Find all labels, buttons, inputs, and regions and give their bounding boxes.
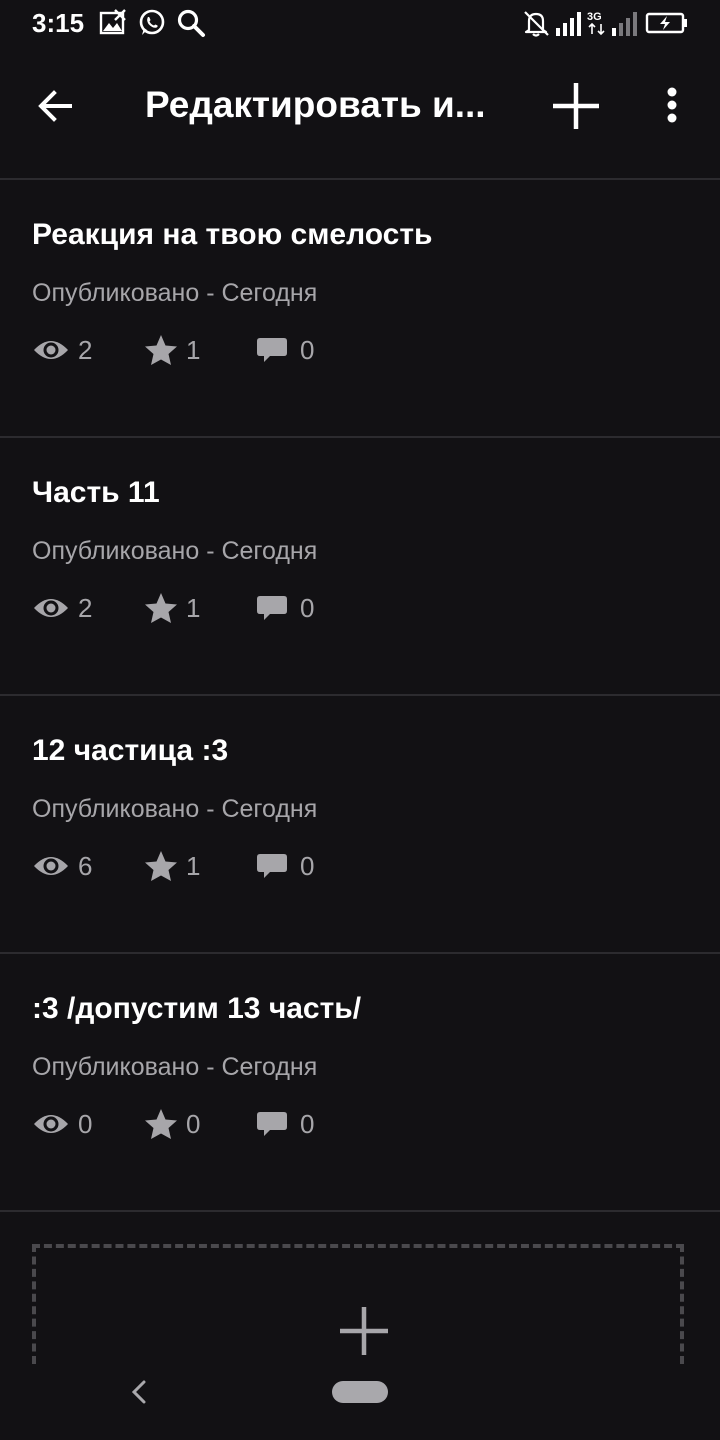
comments-stat: 0 bbox=[256, 846, 314, 886]
part-item[interactable]: 12 частица :3 Опубликовано - Сегодня 6 1 bbox=[0, 696, 720, 952]
votes-count: 1 bbox=[186, 334, 201, 365]
part-title: 12 частица :3 bbox=[32, 734, 229, 767]
comments-stat: 0 bbox=[256, 588, 314, 628]
network-3g-icon: 3G bbox=[587, 11, 605, 36]
views-count: 2 bbox=[78, 334, 93, 365]
comments-stat: 0 bbox=[256, 330, 314, 370]
status-bar: 3:15 3G bbox=[0, 0, 720, 50]
eye-icon bbox=[34, 341, 68, 359]
part-status: Опубликовано - Сегодня bbox=[32, 795, 318, 823]
signal-icon bbox=[556, 12, 581, 36]
more-vertical-icon bbox=[667, 87, 677, 123]
comments-stat: 0 bbox=[256, 1104, 314, 1144]
comments-count: 0 bbox=[300, 850, 315, 881]
signal-weak-icon bbox=[612, 12, 637, 36]
part-item[interactable]: Часть 11 Опубликовано - Сегодня 2 1 0 bbox=[0, 438, 720, 694]
views-stat: 2 bbox=[32, 588, 92, 628]
more-options-button[interactable] bbox=[650, 80, 694, 130]
whatsapp-icon bbox=[139, 9, 165, 35]
star-icon bbox=[145, 1109, 177, 1139]
comment-icon bbox=[257, 338, 287, 362]
add-part-button[interactable] bbox=[544, 74, 608, 138]
part-status: Опубликовано - Сегодня bbox=[32, 279, 318, 307]
views-stat: 6 bbox=[32, 846, 92, 886]
votes-stat: 1 bbox=[144, 846, 200, 886]
part-status: Опубликовано - Сегодня bbox=[32, 537, 318, 565]
votes-stat: 0 bbox=[144, 1104, 200, 1144]
votes-stat: 1 bbox=[144, 330, 200, 370]
views-count: 6 bbox=[78, 850, 93, 881]
star-icon bbox=[145, 593, 177, 623]
screen: 3:15 3G Редактировать и... Реакция на тв… bbox=[0, 0, 720, 1440]
add-new-part-button[interactable] bbox=[32, 1244, 684, 1364]
comments-count: 0 bbox=[300, 592, 315, 623]
nav-back-icon[interactable] bbox=[124, 1374, 154, 1410]
comment-icon bbox=[257, 596, 287, 620]
votes-count: 1 bbox=[186, 592, 201, 623]
votes-count: 0 bbox=[186, 1108, 201, 1139]
part-title: Часть 11 bbox=[32, 476, 160, 509]
part-item[interactable]: Реакция на твою смелость Опубликовано - … bbox=[0, 180, 720, 436]
divider bbox=[0, 1210, 720, 1212]
battery-charging-icon bbox=[645, 12, 687, 34]
plus-icon bbox=[553, 83, 599, 129]
svg-text:3G: 3G bbox=[587, 11, 602, 23]
eye-icon bbox=[34, 1115, 68, 1133]
views-stat: 0 bbox=[32, 1104, 92, 1144]
star-icon bbox=[145, 335, 177, 365]
part-title: :3 /допустим 13 часть/ bbox=[32, 992, 362, 1025]
app-bar: Редактировать и... bbox=[0, 50, 720, 178]
plus-icon bbox=[340, 1307, 388, 1355]
comments-count: 0 bbox=[300, 1108, 315, 1139]
star-icon bbox=[145, 851, 177, 881]
eye-icon bbox=[34, 599, 68, 617]
back-button[interactable] bbox=[26, 76, 86, 136]
back-arrow-icon bbox=[38, 90, 72, 122]
votes-stat: 1 bbox=[144, 588, 200, 628]
part-title: Реакция на твою смелость bbox=[32, 218, 433, 251]
nav-home-pill[interactable] bbox=[332, 1381, 388, 1403]
bell-off-icon bbox=[524, 11, 549, 37]
comments-count: 0 bbox=[300, 334, 315, 365]
comment-icon bbox=[257, 854, 287, 878]
part-status: Опубликовано - Сегодня bbox=[32, 1053, 318, 1081]
eye-icon bbox=[34, 857, 68, 875]
status-time: 3:15 bbox=[32, 8, 85, 38]
views-stat: 2 bbox=[32, 330, 92, 370]
gallery-icon bbox=[99, 9, 126, 35]
comment-icon bbox=[257, 1112, 287, 1136]
votes-count: 1 bbox=[186, 850, 201, 881]
views-count: 2 bbox=[78, 592, 93, 623]
page-title: Редактировать и... bbox=[145, 84, 486, 125]
part-item[interactable]: :3 /допустим 13 часть/ Опубликовано - Се… bbox=[0, 954, 720, 1210]
views-count: 0 bbox=[78, 1108, 93, 1139]
search-icon bbox=[177, 9, 205, 37]
